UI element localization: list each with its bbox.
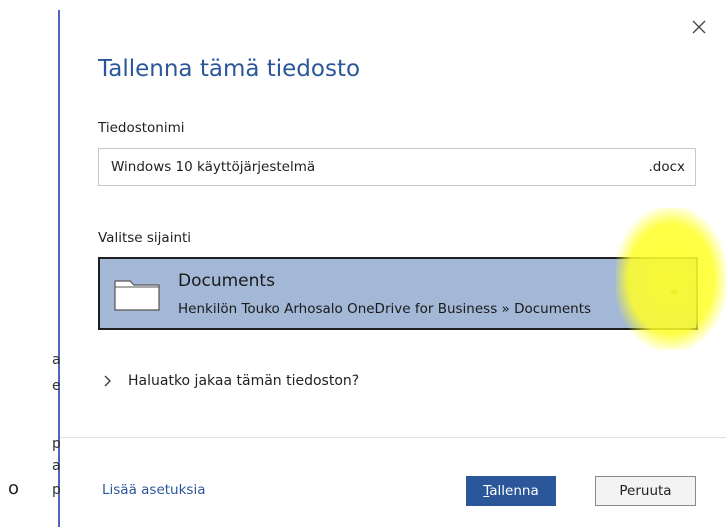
location-label: Valitse sijainti (98, 230, 192, 246)
save-dialog: Tallenna tämä tiedosto Tiedostonimi .doc… (60, 0, 726, 527)
cancel-button[interactable]: Peruuta (595, 476, 696, 506)
save-label: allenna (489, 483, 539, 499)
filename-label: Tiedostonimi (98, 120, 185, 136)
location-name: Documents (178, 271, 275, 291)
close-button[interactable] (686, 14, 712, 40)
save-button[interactable]: Tallenna (466, 476, 556, 506)
location-dropdown[interactable]: Documents Henkilön Touko Arhosalo OneDri… (98, 257, 698, 330)
location-path: Henkilön Touko Arhosalo OneDrive for Bus… (178, 301, 592, 317)
footer-divider (60, 437, 726, 438)
file-extension: .docx (648, 159, 685, 175)
folder-icon (114, 280, 160, 311)
background-stray-glyph: o (8, 478, 20, 499)
filename-input[interactable] (111, 149, 581, 185)
share-expander[interactable]: Haluatko jakaa tämän tiedoston? (104, 373, 359, 389)
chevron-right-icon (104, 375, 111, 387)
filename-field: .docx (98, 148, 696, 186)
dialog-title: Tallenna tämä tiedosto (98, 56, 361, 82)
more-options-link[interactable]: Lisää asetuksia (102, 482, 205, 498)
share-label: Haluatko jakaa tämän tiedoston? (128, 373, 360, 389)
close-icon (692, 20, 706, 34)
chevron-down-icon (669, 290, 679, 295)
